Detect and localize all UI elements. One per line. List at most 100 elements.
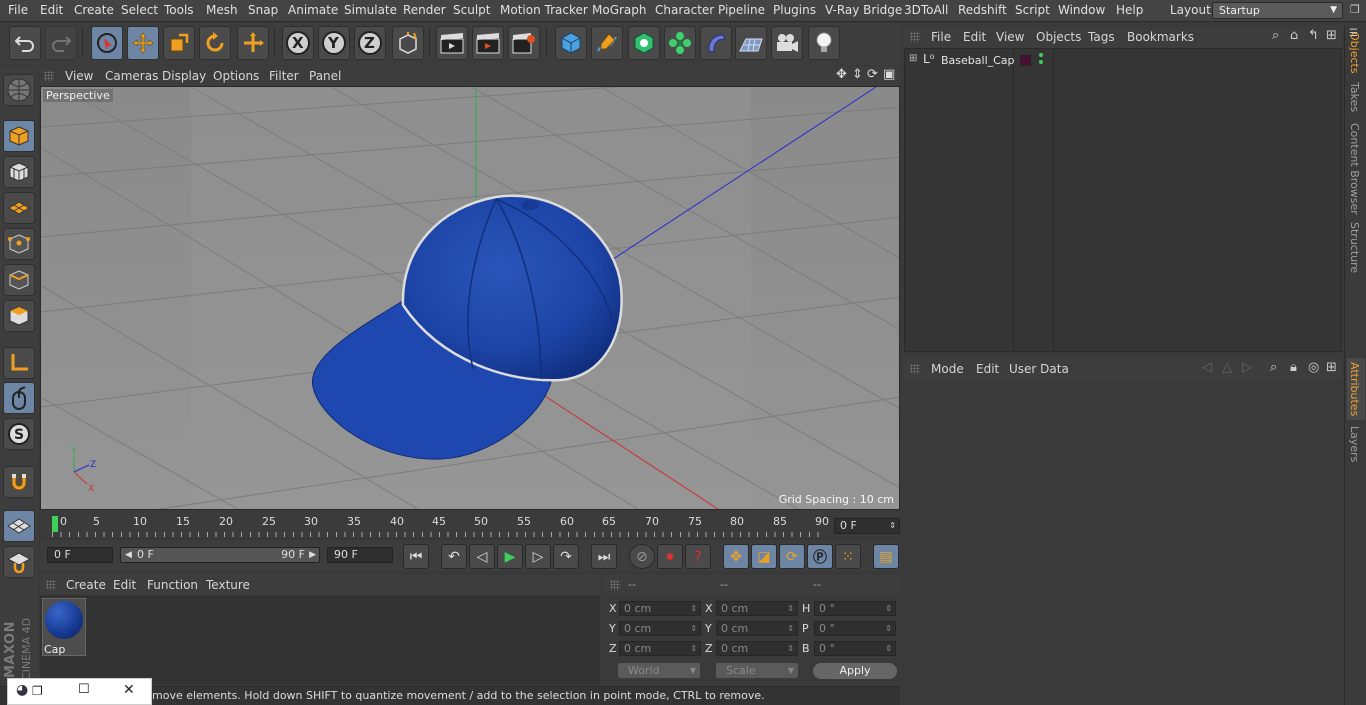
size-z-field[interactable]: 0 cm ⇕ (716, 641, 798, 656)
menu-window[interactable]: Window (1058, 3, 1105, 17)
render-view-button[interactable] (436, 26, 468, 60)
current-frame-field[interactable]: 0 F ⇕ (834, 518, 900, 534)
timeline-window-button[interactable]: ▤ (873, 544, 899, 569)
attribute-menu-mode[interactable]: Mode (931, 362, 964, 376)
menu-script[interactable]: Script (1015, 3, 1050, 17)
edges-mode-button[interactable] (3, 264, 35, 296)
start-frame-field[interactable]: 0 F (47, 547, 113, 563)
expand-icon[interactable]: ⊞ (909, 53, 917, 64)
enable-axis-button[interactable] (3, 347, 35, 379)
render-to-picture-viewer-button[interactable] (472, 26, 504, 60)
tab-takes[interactable]: Takes (1348, 82, 1361, 112)
frame-range-slider[interactable]: ◀ 0 F 90 F ▶ (120, 547, 320, 563)
menu-animate[interactable]: Animate (288, 3, 338, 17)
tab-attributes[interactable]: Attributes (1348, 362, 1361, 416)
tab-content-browser[interactable]: Content Browser (1348, 123, 1361, 215)
redo-button[interactable] (45, 26, 77, 60)
object-menu-tags[interactable]: Tags (1088, 30, 1115, 44)
scale-tool-button[interactable] (163, 26, 195, 60)
size-mode-dropdown[interactable]: Scale ▼ (716, 663, 798, 678)
snap-toggle-button[interactable]: S (3, 418, 35, 450)
maximize-icon[interactable]: ☐ (78, 682, 90, 697)
rotate-view-icon[interactable]: ⟳ (867, 67, 878, 82)
add-mograph-button[interactable] (664, 26, 696, 60)
viewport-menu-view[interactable]: View (65, 69, 93, 83)
home-icon[interactable]: ⌂ (1290, 28, 1298, 43)
range-right-arrow-icon[interactable]: ▶ (309, 548, 316, 562)
timeline-ruler[interactable]: 0 5 10 15 20 25 30 35 40 45 50 55 60 65 … (40, 512, 900, 538)
search-icon[interactable]: ⌕ (1270, 360, 1277, 375)
position-y-field[interactable]: 0 cm ⇕ (619, 621, 701, 636)
close-icon[interactable]: ✕ (123, 682, 135, 698)
viewport-menu-options[interactable]: Options (213, 69, 259, 83)
material-menu-edit[interactable]: Edit (113, 578, 136, 592)
editor-visibility-dot[interactable] (1039, 53, 1043, 57)
back-arrow-icon[interactable]: ◁ (1202, 360, 1212, 375)
new-panel-icon[interactable]: ⊞ (1326, 360, 1337, 375)
render-visibility-dot[interactable] (1039, 60, 1043, 64)
keyframe-selection-button[interactable]: ? (685, 544, 711, 569)
previous-keyframe-button[interactable]: ↶ (441, 544, 467, 569)
tab-structure[interactable]: Structure (1348, 222, 1361, 273)
maximize-view-icon[interactable]: ▣ (883, 67, 895, 82)
object-menu-file[interactable]: File (931, 30, 951, 44)
previous-frame-button[interactable]: ◁ (469, 544, 495, 569)
up-arrow-icon[interactable]: △ (1222, 360, 1232, 375)
object-menu-bookmarks[interactable]: Bookmarks (1127, 30, 1194, 44)
add-generator-button[interactable] (628, 26, 660, 60)
position-z-field[interactable]: 0 cm ⇕ (619, 641, 701, 656)
menu-motion-tracker[interactable]: Motion Tracker (500, 3, 588, 17)
menu-tools[interactable]: Tools (164, 3, 194, 17)
menu-file[interactable]: File (8, 3, 28, 17)
rotation-h-field[interactable]: 0 ° ⇕ (814, 601, 896, 616)
material-swatch[interactable]: Cap (42, 598, 86, 656)
material-menu-function[interactable]: Function (147, 578, 198, 592)
axis-x-button[interactable]: X (282, 26, 314, 60)
magnet-button[interactable] (3, 466, 35, 498)
menu-character[interactable]: Character (655, 3, 714, 17)
menu-vray-bridge[interactable]: V-Ray Bridge (825, 3, 902, 17)
object-name[interactable]: Baseball_Cap (941, 54, 1015, 67)
model-mode-button[interactable] (3, 120, 35, 152)
make-editable-button[interactable] (3, 74, 35, 106)
spinner-arrows-icon[interactable]: ⇕ (889, 519, 896, 533)
tab-objects[interactable]: Objects (1348, 32, 1361, 74)
viewport-menu-display[interactable]: Display (162, 69, 206, 83)
menu-mograph[interactable]: MoGraph (592, 3, 647, 17)
menu-edit[interactable]: Edit (40, 3, 63, 17)
record-keys-button[interactable]: ⊘ (629, 544, 655, 569)
transform-tool-button[interactable] (237, 26, 269, 60)
attribute-menu-user-data[interactable]: User Data (1009, 362, 1069, 376)
end-frame-field[interactable]: 90 F (327, 547, 393, 563)
object-menu-view[interactable]: View (996, 30, 1024, 44)
record-point-level-button[interactable]: ⁙ (835, 544, 861, 569)
record-position-button[interactable]: ✥ (723, 544, 749, 569)
menu-plugins[interactable]: Plugins (773, 3, 816, 17)
polygons-mode-button[interactable] (3, 300, 35, 332)
rotate-tool-button[interactable] (199, 26, 231, 60)
record-parameter-button[interactable]: Ⓟ (807, 544, 833, 569)
viewport-menu-filter[interactable]: Filter (269, 69, 299, 83)
layout-select[interactable]: Startup ▼ (1212, 2, 1343, 19)
undo-button[interactable] (9, 26, 41, 60)
attribute-menu-edit[interactable]: Edit (976, 362, 999, 376)
menu-sculpt[interactable]: Sculpt (453, 3, 490, 17)
move-tool-button[interactable] (127, 26, 159, 60)
viewport-menu-cameras[interactable]: Cameras (105, 69, 158, 83)
tab-layers[interactable]: Layers (1348, 426, 1361, 462)
range-left-arrow-icon[interactable]: ◀ (125, 548, 132, 562)
new-panel-icon[interactable]: ⊞ (1326, 28, 1337, 43)
locked-workplane-button[interactable] (3, 546, 35, 578)
restore-icon[interactable]: ❐ (32, 684, 43, 698)
material-menu-texture[interactable]: Texture (206, 578, 250, 592)
menu-render[interactable]: Render (403, 3, 446, 17)
perspective-viewport[interactable]: Y Z X Perspective Grid Spacing : 10 cm (40, 86, 900, 510)
points-mode-button[interactable] (3, 228, 35, 260)
size-x-field[interactable]: 0 cm ⇕ (716, 601, 798, 616)
axis-y-button[interactable]: Y (318, 26, 350, 60)
next-keyframe-button[interactable]: ↷ (553, 544, 579, 569)
add-deformer-button[interactable] (700, 26, 732, 60)
go-to-start-button[interactable]: ⏮ (403, 544, 429, 569)
apply-button[interactable]: Apply (813, 663, 897, 679)
auto-key-button[interactable]: ⏺ (657, 544, 683, 569)
